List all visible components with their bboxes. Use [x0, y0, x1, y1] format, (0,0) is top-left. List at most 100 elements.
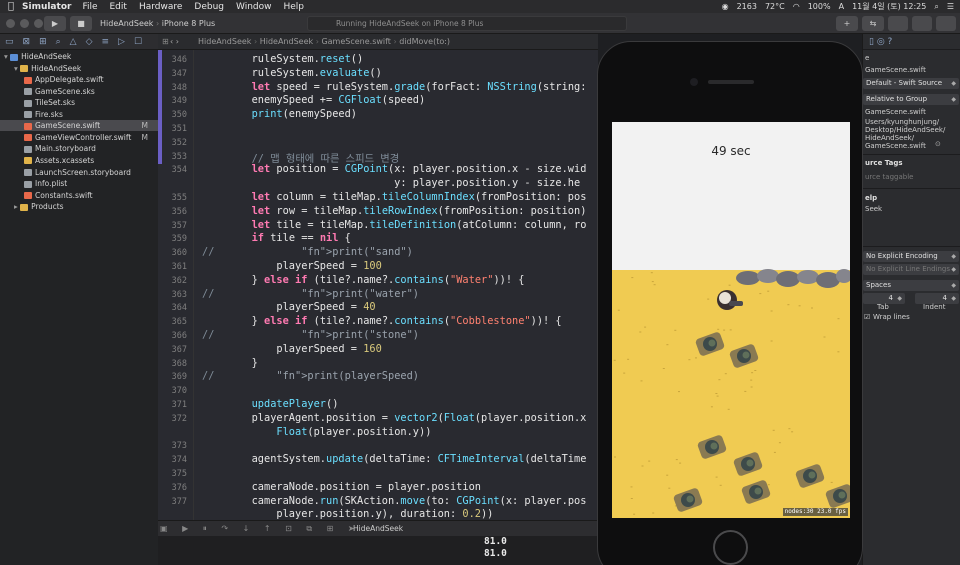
- line-endings-select[interactable]: No Explicit Line Endings ◆: [863, 264, 959, 275]
- menu-list-icon[interactable]: ☰: [947, 2, 954, 11]
- code-line[interactable]: enemySpeed += CGFloat(speed): [202, 94, 426, 106]
- navigator-item[interactable]: LaunchScreen.storyboard: [0, 167, 158, 178]
- find-icon[interactable]: ⌕: [56, 37, 61, 47]
- code-line[interactable]: Float(player.position.y)): [202, 426, 431, 438]
- indent-using-select[interactable]: Spaces ◆: [863, 280, 959, 291]
- game-screen[interactable]: 49 sec nodes:30 23.0 fps: [612, 122, 850, 518]
- debug-icon[interactable]: ≡: [102, 37, 110, 47]
- toggle-debug-area-button[interactable]: [912, 16, 932, 31]
- navigator-item[interactable]: Info.plist: [0, 178, 158, 189]
- navigator-item[interactable]: Constants.swift: [0, 190, 158, 201]
- breadcrumb-method[interactable]: didMove(to:): [399, 37, 450, 46]
- window-minimize-button[interactable]: [20, 19, 29, 28]
- navigator-item[interactable]: GameScene.sks: [0, 86, 158, 97]
- location-select[interactable]: Relative to Group ◆: [863, 94, 959, 105]
- warning-icon[interactable]: △: [70, 37, 77, 47]
- debug-controls-icon[interactable]: ▣ ▶ ⏸ ↷ ↓ ↑ ⊡ ⧉ ⊞ ➤: [160, 521, 361, 537]
- window-close-button[interactable]: [6, 19, 15, 28]
- report-icon[interactable]: ☐: [134, 37, 142, 47]
- symbol-icon[interactable]: ⊞: [39, 37, 47, 47]
- navigator-item[interactable]: Main.storyboard: [0, 143, 158, 154]
- version-editor-button[interactable]: ⇆: [862, 16, 884, 31]
- navigator-item[interactable]: ▸ Products: [0, 201, 158, 212]
- menu-window[interactable]: Window: [236, 2, 272, 12]
- code-line[interactable]: cameraNode.run(SKAction.move(to: CGPoint…: [202, 495, 587, 507]
- code-line[interactable]: playerSpeed = 160: [202, 343, 381, 355]
- menu-edit[interactable]: Edit: [110, 2, 127, 12]
- breadcrumb-project[interactable]: HideAndSeek: [198, 37, 251, 46]
- code-line[interactable]: cameraNode.position = player.position: [202, 481, 481, 493]
- code-line[interactable]: updatePlayer(): [202, 398, 339, 410]
- toggle-inspector-button[interactable]: [936, 16, 956, 31]
- code-line[interactable]: // 맵 형태에 따른 스피드 변경: [202, 150, 400, 165]
- record-icon[interactable]: ◉: [722, 2, 729, 11]
- code-line[interactable]: let column = tileMap.tileColumnIndex(fro…: [202, 191, 587, 203]
- code-line[interactable]: if tile == nil {: [202, 232, 351, 244]
- code-line[interactable]: ruleSystem.reset(): [202, 53, 364, 65]
- code-line[interactable]: playerSpeed = 100: [202, 260, 381, 272]
- code-line[interactable]: y: player.position.y - size.he: [202, 177, 580, 189]
- inspector-filename[interactable]: GameScene.swift: [865, 66, 926, 74]
- menu-hardware[interactable]: Hardware: [139, 2, 182, 12]
- source-control-icon[interactable]: ⊠: [23, 37, 31, 47]
- navigator-item[interactable]: Fire.sks: [0, 109, 158, 120]
- breadcrumb-file[interactable]: GameScene.swift: [321, 37, 391, 46]
- code-line[interactable]: // "fn">print("sand"): [202, 246, 413, 258]
- wrap-lines-checkbox[interactable]: ☑: [864, 313, 870, 321]
- navigator-item[interactable]: TileSet.sks: [0, 97, 158, 108]
- console-output[interactable]: 81.0 81.0: [158, 536, 598, 565]
- code-line[interactable]: }: [202, 357, 258, 369]
- code-line[interactable]: let position = CGPoint(x: player.positio…: [202, 163, 587, 175]
- back-forward-icon[interactable]: ‹ ›: [170, 34, 179, 49]
- code-line[interactable]: playerAgent.position = vector2(Float(pla…: [202, 412, 587, 424]
- navigator-item[interactable]: AppDelegate.swift: [0, 74, 158, 85]
- debug-target[interactable]: HideAndSeek: [353, 521, 403, 537]
- battery-readout[interactable]: 100%: [808, 2, 831, 11]
- menu-help[interactable]: Help: [284, 2, 305, 12]
- file-type-select[interactable]: Default - Swift Source ◆: [863, 78, 959, 89]
- menu-app-name[interactable]: Simulator: [22, 2, 71, 12]
- navigator-item[interactable]: ▾ HideAndSeek: [0, 51, 158, 62]
- code-line[interactable]: let speed = ruleSystem.grade(forFact: NS…: [202, 81, 587, 93]
- library-button[interactable]: +: [836, 16, 858, 31]
- game-scene[interactable]: [612, 122, 850, 518]
- code-line[interactable]: player.position.y), duration: 0.2)): [202, 508, 493, 520]
- text-encoding-select[interactable]: No Explicit Encoding ◆: [863, 251, 959, 262]
- breakpoint-icon[interactable]: ▷: [118, 37, 125, 47]
- code-line[interactable]: let tile = tileMap.tileDefinition(atColu…: [202, 219, 587, 231]
- window-zoom-button[interactable]: [34, 19, 43, 28]
- stop-button[interactable]: ■: [70, 16, 92, 31]
- breadcrumb-group[interactable]: HideAndSeek: [260, 37, 313, 46]
- datetime[interactable]: 11월 4일 (토) 12:25: [852, 1, 926, 12]
- code-line[interactable]: // "fn">print("water"): [202, 288, 419, 300]
- test-icon[interactable]: ◇: [86, 37, 93, 47]
- wifi-icon[interactable]: ◠: [793, 2, 800, 11]
- user-icon[interactable]: A: [839, 2, 844, 11]
- file-inspector-icon[interactable]: ▯ ◎ ?: [869, 37, 892, 47]
- code-line[interactable]: agentSystem.update(deltaTime: CFTimeInte…: [202, 453, 587, 465]
- code-line[interactable]: print(enemySpeed): [202, 108, 357, 120]
- code-line[interactable]: let row = tileMap.tileRowIndex(fromPosit…: [202, 205, 587, 217]
- navigator-item[interactable]: GameScene.swift M: [0, 120, 158, 132]
- navigator-item[interactable]: GameViewController.swift M: [0, 132, 158, 143]
- line-number-gutter[interactable]: 346 347 348 349 350 351 352 353 354 355 356 357 359 3…: [162, 50, 194, 520]
- spotlight-search-icon[interactable]: ⌕: [934, 2, 938, 12]
- scheme-selector[interactable]: HideAndSeek › iPhone 8 Plus: [100, 17, 215, 30]
- menu-debug[interactable]: Debug: [194, 2, 224, 12]
- menu-file[interactable]: File: [82, 2, 97, 12]
- navigator-item[interactable]: Assets.xcassets: [0, 155, 158, 166]
- toggle-navigator-button[interactable]: [888, 16, 908, 31]
- code-line[interactable]: // "fn">print("stone"): [202, 329, 419, 341]
- navigator-item[interactable]: ▾ HideAndSeek: [0, 63, 158, 74]
- code-line[interactable]: // "fn">print(playerSpeed): [202, 370, 419, 382]
- reveal-in-finder-icon[interactable]: ⊙: [935, 140, 941, 148]
- run-button[interactable]: ▶: [44, 16, 66, 31]
- related-items-icon[interactable]: ⊞: [162, 34, 169, 49]
- apple-menu-icon[interactable]: : [0, 1, 22, 12]
- folder-icon[interactable]: ▭: [5, 37, 14, 47]
- code-line[interactable]: } else if (tile?.name?.contains("Water")…: [202, 274, 525, 286]
- code-line[interactable]: } else if (tile?.name?.contains("Cobbles…: [202, 315, 562, 327]
- home-button[interactable]: [713, 530, 748, 565]
- code-line[interactable]: ruleSystem.evaluate(): [202, 67, 382, 79]
- code-line[interactable]: playerSpeed = 40: [202, 301, 375, 313]
